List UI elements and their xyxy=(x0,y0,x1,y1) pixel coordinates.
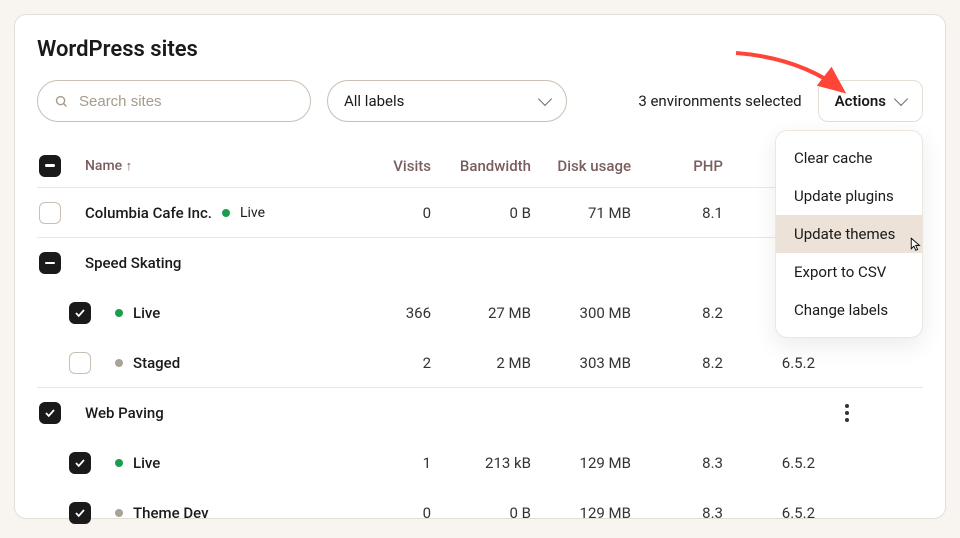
cell-php: 8.3 xyxy=(643,504,735,522)
menu-item-clear-cache[interactable]: Clear cache xyxy=(776,139,922,177)
status-dot-live xyxy=(115,459,123,467)
cell-visits: 1 xyxy=(365,454,443,472)
cell-php: 8.3 xyxy=(643,454,735,472)
selection-count: 3 environments selected xyxy=(638,92,801,110)
env-name-cell[interactable]: Staged xyxy=(85,354,365,372)
cell-visits: 0 xyxy=(365,204,443,222)
cell-wp: 6.5.2 xyxy=(735,454,827,472)
site-name-cell[interactable]: Speed Skating xyxy=(85,254,365,272)
menu-item-export-csv[interactable]: Export to CSV xyxy=(776,253,922,291)
env-name-cell[interactable]: Live xyxy=(85,454,365,472)
cell-disk: 129 MB xyxy=(543,454,643,472)
table-row: Staged 2 2 MB 303 MB 8.2 6.5.2 xyxy=(37,338,923,388)
cell-visits: 0 xyxy=(365,504,443,522)
cell-bandwidth: 27 MB xyxy=(443,304,543,322)
status-dot-staged xyxy=(115,359,123,367)
cell-php: 8.1 xyxy=(643,204,735,222)
col-php[interactable]: PHP xyxy=(643,157,735,175)
status-dot-live xyxy=(222,209,230,217)
actions-button[interactable]: Actions xyxy=(818,80,923,122)
menu-item-update-themes[interactable]: Update themes xyxy=(776,215,922,253)
search-input[interactable] xyxy=(77,92,294,111)
actions-button-label: Actions xyxy=(835,92,886,110)
cell-disk: 303 MB xyxy=(543,354,643,372)
cell-bandwidth: 2 MB xyxy=(443,354,543,372)
status-dot-live xyxy=(115,309,123,317)
cell-wp: 6.5.2 xyxy=(735,354,827,372)
status-dot-staged xyxy=(115,509,123,517)
table-row: Web Paving xyxy=(37,388,923,438)
cell-visits: 2 xyxy=(365,354,443,372)
site-name-cell[interactable]: Columbia Cafe Inc. Live xyxy=(85,204,365,222)
search-input-wrap[interactable] xyxy=(37,80,311,122)
site-name-cell[interactable]: Web Paving xyxy=(85,404,365,422)
cell-php: 8.2 xyxy=(643,304,735,322)
row-checkbox[interactable] xyxy=(39,402,61,424)
search-icon xyxy=(54,94,69,109)
labels-select[interactable]: All labels xyxy=(327,80,567,122)
page-title: WordPress sites xyxy=(37,37,923,62)
row-checkbox[interactable] xyxy=(39,252,61,274)
env-name-cell[interactable]: Theme Dev xyxy=(85,504,365,522)
panel: WordPress sites All labels 3 environment… xyxy=(14,14,946,519)
env-name-cell[interactable]: Live xyxy=(85,304,365,322)
cell-visits: 366 xyxy=(365,304,443,322)
labels-select-text: All labels xyxy=(344,92,404,110)
col-bandwidth[interactable]: Bandwidth xyxy=(443,157,543,175)
select-all-checkbox[interactable] xyxy=(39,155,61,177)
row-menu-button[interactable] xyxy=(827,404,867,422)
row-checkbox[interactable] xyxy=(39,202,61,224)
table-row: Live 1 213 kB 129 MB 8.3 6.5.2 xyxy=(37,438,923,488)
cell-bandwidth: 0 B xyxy=(443,204,543,222)
cell-bandwidth: 213 kB xyxy=(443,454,543,472)
menu-item-update-plugins[interactable]: Update plugins xyxy=(776,177,922,215)
chevron-down-icon xyxy=(894,92,908,106)
cell-disk: 129 MB xyxy=(543,504,643,522)
cell-disk: 300 MB xyxy=(543,304,643,322)
cell-bandwidth: 0 B xyxy=(443,504,543,522)
col-disk[interactable]: Disk usage xyxy=(543,157,643,175)
cell-wp: 6.5.2 xyxy=(735,504,827,522)
actions-dropdown: Clear cache Update plugins Update themes… xyxy=(775,130,923,338)
controls-row: All labels 3 environments selected Actio… xyxy=(37,80,923,122)
col-name[interactable]: Name ↑ xyxy=(85,158,365,174)
table-row: Theme Dev 0 0 B 129 MB 8.3 6.5.2 xyxy=(37,488,923,538)
col-visits[interactable]: Visits xyxy=(365,157,443,175)
chevron-down-icon xyxy=(538,92,552,106)
cell-php: 8.2 xyxy=(643,354,735,372)
sort-asc-icon: ↑ xyxy=(126,159,133,174)
cell-disk: 71 MB xyxy=(543,204,643,222)
menu-item-change-labels[interactable]: Change labels xyxy=(776,291,922,329)
